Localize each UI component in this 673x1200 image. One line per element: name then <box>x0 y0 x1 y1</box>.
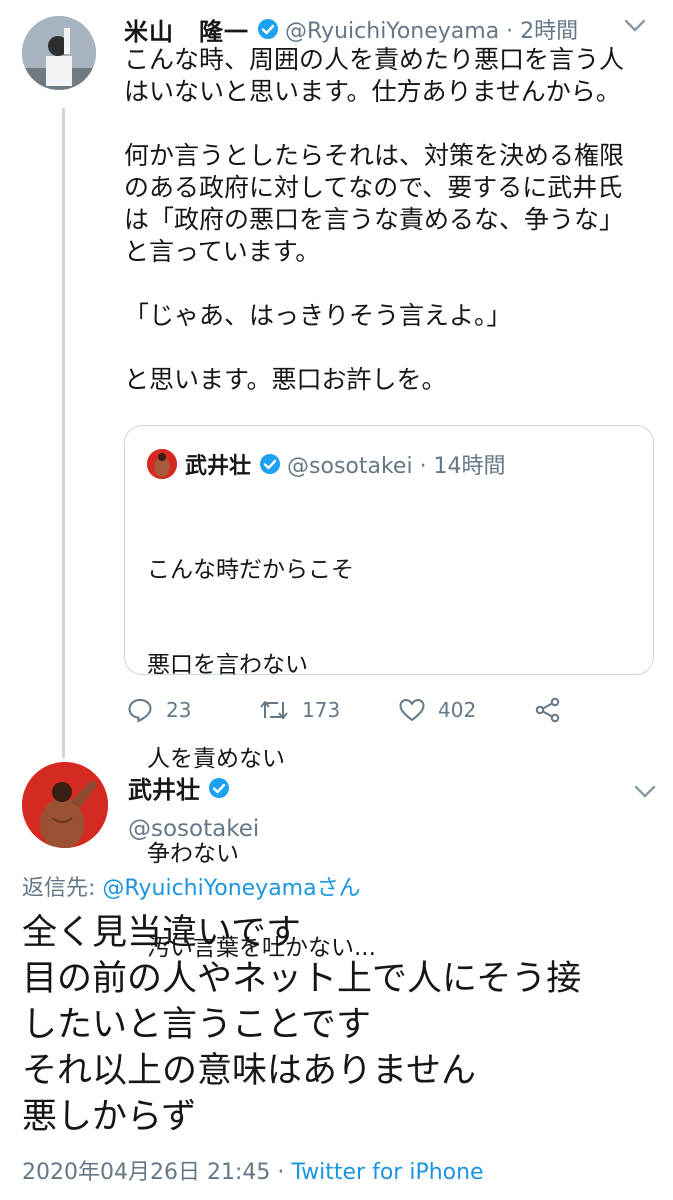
reply-count: 23 <box>166 698 192 722</box>
reply-author-name-row: 武井壮 <box>128 770 230 805</box>
reply-tweet-text: 全く見当違いです 目の前の人やネット上で人にそう接 したいと言うことです それ以… <box>22 910 662 1140</box>
like-icon <box>399 698 425 722</box>
tweet1-action-bar: 23 173 402 <box>124 690 584 730</box>
tweet-line: のある政府に対してなので、要するに武井氏 <box>124 173 623 202</box>
reply-author-handle[interactable]: @sosotakei <box>128 816 259 842</box>
tweet-line: と思います。悪口お許しを。 <box>124 365 447 394</box>
thread-connector-line <box>62 108 65 758</box>
reply-line: 悪しからず <box>22 1097 197 1137</box>
reply-icon <box>128 698 152 723</box>
like-button[interactable]: 402 <box>398 690 476 730</box>
chevron-down-icon[interactable] <box>634 780 656 804</box>
tweet1-text: こんな時、周囲の人を責めたり悪口を言う人 はいないと思います。仕方ありませんから… <box>124 44 664 396</box>
tweet-line: こんな時、周囲の人を責めたり悪口を言う人 <box>124 45 625 74</box>
retweet-count: 173 <box>302 698 341 722</box>
tweet-line <box>124 108 664 140</box>
tweet-line <box>124 332 664 364</box>
tweet-line: 何か言うとしたらそれは、対策を決める権限 <box>124 141 625 170</box>
quoted-author-avatar <box>147 449 177 479</box>
verified-badge-icon <box>257 18 279 40</box>
quote-line: 争わない <box>147 840 239 867</box>
author-name[interactable]: 米山 隆一 <box>124 12 249 47</box>
tweet-timestamp-row: 2020年04月26日 21:45 · Twitter for iPhone <box>22 1154 484 1186</box>
like-count: 402 <box>438 698 477 722</box>
verified-badge-icon <box>208 777 230 799</box>
quote-line: 悪口を言わない <box>147 651 308 678</box>
avatar-yoneyama[interactable] <box>22 16 96 90</box>
replying-to-mention-link[interactable]: @RyuichiYoneyamaさん <box>102 876 360 901</box>
avatar-takei[interactable] <box>22 762 108 848</box>
reply-author-name[interactable]: 武井壮 <box>128 770 200 805</box>
tweet-source-link[interactable]: Twitter for iPhone <box>291 1160 483 1185</box>
replying-to-label: 返信先: <box>22 876 103 901</box>
retweet-icon <box>260 701 288 719</box>
quoted-tweet-header: 武井壮 @sosotakei · 14時間 <box>147 448 506 480</box>
share-button[interactable] <box>534 690 562 730</box>
tweet-line: 「じゃあ、はっきりそう言えよ。」 <box>124 301 512 330</box>
tweet-timestamp[interactable]: 2020年04月26日 21:45 · <box>22 1160 291 1185</box>
reply-button[interactable]: 23 <box>126 690 191 730</box>
replying-to: 返信先: @RyuichiYoneyamaさん <box>22 870 361 902</box>
tweet-line <box>124 268 664 300</box>
tweet1-header: 米山 隆一 @RyuichiYoneyama · 2時間 <box>124 12 654 47</box>
quote-line: こんな時だからこそ <box>147 557 354 583</box>
reply-line: したいと言うことです <box>22 1005 371 1045</box>
reply-line: それ以上の意味はありません <box>22 1051 476 1091</box>
share-icon <box>535 697 560 723</box>
chevron-down-icon[interactable] <box>624 14 646 38</box>
quoted-author-handle-time: @sosotakei · 14時間 <box>287 454 506 479</box>
retweet-button[interactable]: 173 <box>258 690 340 730</box>
tweet-line: はいないと思います。仕方ありませんから。 <box>124 77 621 106</box>
quoted-tweet-card[interactable]: 武井壮 @sosotakei · 14時間 こんな時だからこそ 悪口を言わない … <box>124 425 654 961</box>
author-handle-time[interactable]: @RyuichiYoneyama · 2時間 <box>285 13 578 45</box>
verified-badge-icon <box>259 453 281 475</box>
tweet-line: と言っています。 <box>124 237 321 266</box>
reply-line: 全く見当違いです <box>22 913 301 953</box>
reply-line: 目の前の人やネット上で人にそう接 <box>22 959 582 999</box>
tweet-line: は「政府の悪口を言うな責めるな、争うな」 <box>124 205 625 234</box>
quoted-author-name: 武井壮 <box>185 454 252 479</box>
